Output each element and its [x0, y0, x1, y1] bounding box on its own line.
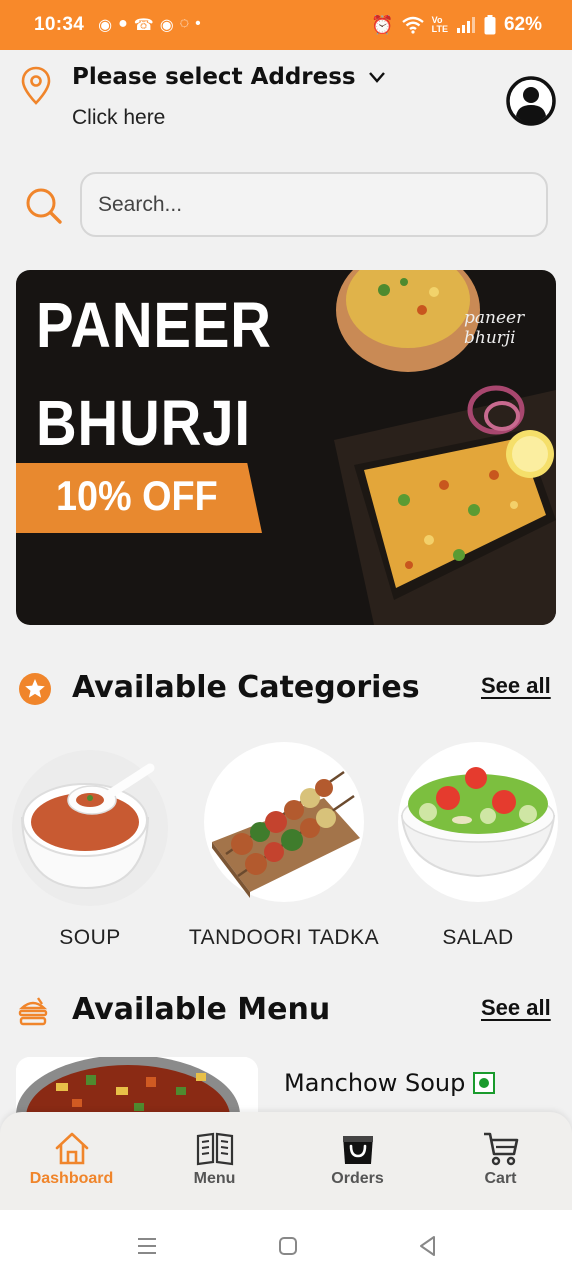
search-icon[interactable] [24, 186, 64, 226]
categories-title: Available Categories [72, 670, 420, 705]
category-label-salad[interactable]: SALAD [398, 926, 558, 950]
book-icon [196, 1132, 233, 1166]
menu-item-name[interactable]: Manchow Soup [284, 1069, 496, 1097]
categories-see-all-link[interactable]: See all [481, 673, 551, 699]
banner-brand-text: paneer bhurji [464, 308, 525, 348]
app-icon: ◌ [179, 15, 190, 32]
burger-menu-icon [18, 997, 48, 1026]
nav-cart[interactable]: Cart [429, 1112, 572, 1210]
tandoori-skewer-image[interactable] [204, 742, 364, 902]
nav-menu[interactable]: Menu [143, 1112, 286, 1210]
battery-icon [484, 15, 496, 35]
missed-call-icon: ☎ [133, 17, 154, 34]
salad-bowl-image[interactable] [398, 742, 558, 902]
whatsapp-icon: ◉ [98, 17, 113, 34]
system-status: ⏰ Vo LTE 62% [371, 14, 542, 36]
chevron-down-icon [368, 72, 385, 83]
wifi-icon [401, 16, 424, 34]
notification-icons: ◉ ● ☎ ◉ ◌ • [98, 15, 201, 35]
alarm-icon: ⏰ [371, 14, 394, 35]
menu-see-all-link[interactable]: See all [481, 995, 551, 1021]
bag-icon [342, 1136, 373, 1164]
nav-dashboard[interactable]: Dashboard [0, 1112, 143, 1210]
back-icon[interactable] [416, 1234, 440, 1258]
cart-icon [483, 1132, 518, 1166]
banner-title-line1: PANEER [36, 289, 272, 361]
bottom-navigation: Dashboard Menu Orders Cart [0, 1112, 572, 1210]
promo-banner[interactable]: PANEER BHURJI 10% OFF paneer bhurji [16, 270, 556, 625]
address-selector[interactable]: Please select Address [72, 64, 386, 90]
home-button-icon[interactable] [276, 1234, 300, 1258]
banner-title-line2: BHURJI [36, 387, 251, 459]
profile-avatar-icon[interactable] [506, 76, 556, 126]
search-input[interactable] [80, 172, 548, 237]
nav-orders-label: Orders [331, 1170, 384, 1187]
menu-item-card[interactable] [16, 1057, 258, 1117]
battery-level: 62% [503, 14, 542, 35]
signal-icon [456, 17, 475, 33]
menu-title: Available Menu [72, 992, 331, 1027]
system-navigation-bar [0, 1210, 572, 1280]
home-icon [55, 1132, 88, 1165]
address-title: Please select Address [72, 64, 356, 90]
star-badge-icon [19, 673, 51, 705]
nav-menu-label: Menu [193, 1170, 236, 1187]
nav-orders[interactable]: Orders [286, 1112, 429, 1210]
category-label-soup[interactable]: SOUP [10, 926, 170, 950]
address-subtitle[interactable]: Click here [72, 106, 165, 130]
banner-offer: 10% OFF [56, 472, 218, 519]
nav-cart-label: Cart [484, 1170, 517, 1187]
location-pin-icon[interactable] [20, 66, 52, 106]
menu-item-title: Manchow Soup [284, 1069, 466, 1097]
veg-indicator-icon [473, 1072, 496, 1094]
viber-icon: ◉ [159, 17, 174, 34]
nav-dashboard-label: Dashboard [29, 1170, 114, 1187]
recent-apps-icon[interactable] [135, 1234, 159, 1258]
dot-icon: • [195, 15, 201, 32]
manchow-soup-image [16, 1057, 258, 1117]
soup-bowl-image[interactable] [10, 748, 170, 908]
category-label-tandoori-tadka[interactable]: TANDOORI TADKA [184, 926, 384, 950]
chat-icon: ● [118, 15, 128, 32]
status-bar: 10:34 ◉ ● ☎ ◉ ◌ • ⏰ Vo LTE 62% [0, 0, 572, 50]
volte-icon: Vo LTE [431, 15, 448, 34]
status-time: 10:34 [34, 14, 85, 35]
